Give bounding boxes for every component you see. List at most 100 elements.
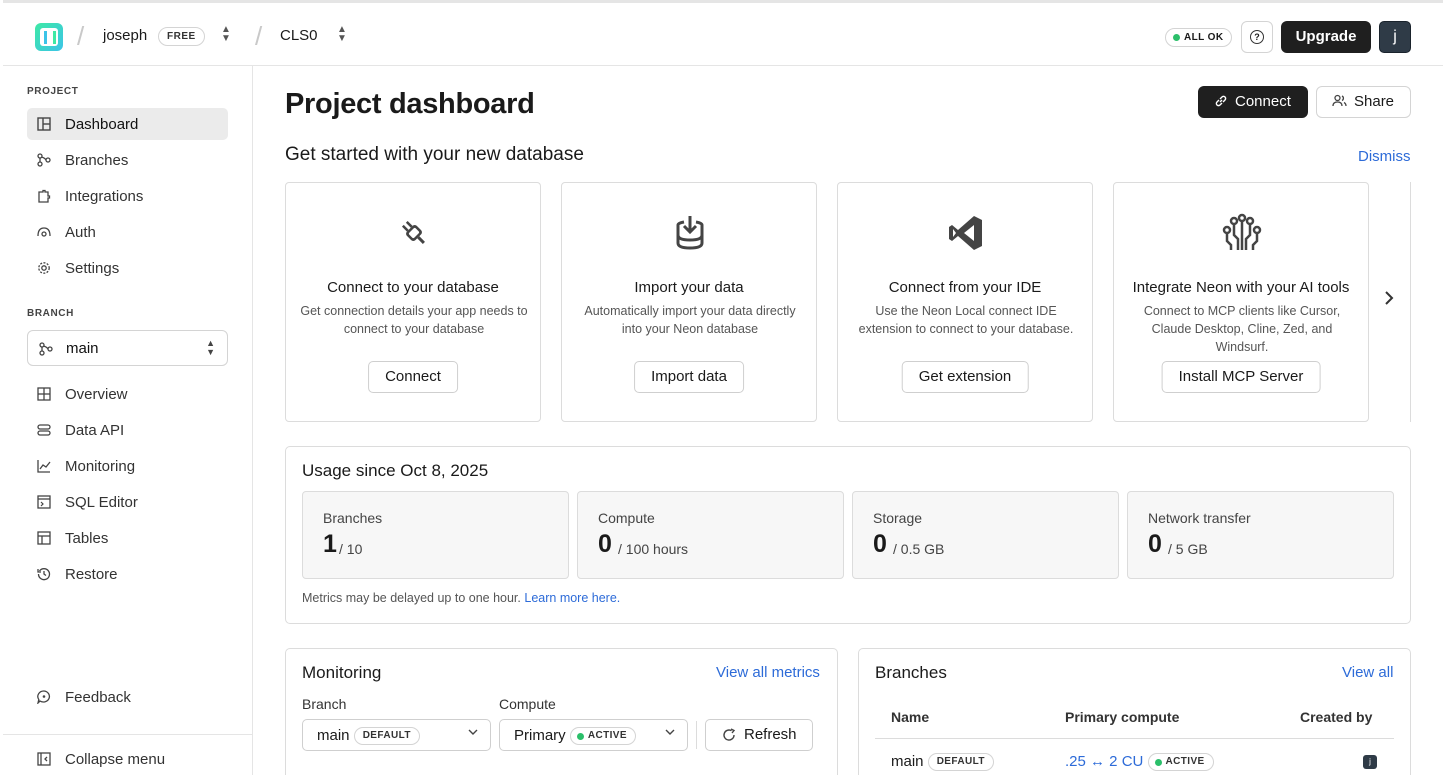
- card-title: Connect from your IDE: [888, 279, 1042, 296]
- neon-logo[interactable]: [35, 23, 63, 51]
- feedback-icon: [36, 690, 51, 706]
- sidebar-item-restore[interactable]: Restore: [27, 558, 228, 590]
- plug-icon: [394, 213, 434, 253]
- card-description: Automatically import your data directly …: [584, 304, 796, 336]
- sidebar-item-label: Overview: [65, 386, 128, 403]
- import-data-card: Import your data Automatically import yo…: [561, 182, 817, 422]
- table-row-compute[interactable]: .25 ↔ 2 CU ACTIVE: [1065, 753, 1214, 772]
- stat-label: Compute: [598, 510, 655, 526]
- learn-more-link[interactable]: Learn more here.: [524, 591, 620, 605]
- created-by-avatar: j: [1363, 755, 1377, 769]
- sidebar-item-label: Settings: [65, 260, 120, 277]
- stat-limit: / 0.5 GB: [893, 541, 945, 557]
- sidebar-item-tables[interactable]: Tables: [27, 522, 228, 554]
- get-started-title: Get started with your new database: [285, 144, 584, 165]
- usage-note: Metrics may be delayed up to one hour. L…: [302, 591, 620, 605]
- feedback-button[interactable]: Feedback: [27, 681, 228, 713]
- branches-icon: [39, 342, 53, 359]
- connect-database-card: Connect to your database Get connection …: [285, 182, 541, 422]
- collapse-menu-label: Collapse menu: [65, 751, 166, 768]
- user-avatar[interactable]: j: [1379, 21, 1411, 53]
- grid-icon: [37, 387, 51, 401]
- sidebar-item-label: Integrations: [65, 188, 144, 205]
- auth-icon: [37, 225, 51, 239]
- plan-badge: FREE: [158, 27, 205, 46]
- org-switcher-chevron-icon[interactable]: ▲ ▼: [219, 25, 233, 47]
- collapse-menu-button[interactable]: Collapse menu: [27, 743, 228, 775]
- select-value: Primary ACTIVE: [514, 727, 636, 746]
- usage-stat-branches: Branches 1 / 10: [302, 491, 569, 579]
- stat-limit: / 10: [339, 541, 363, 557]
- chevron-down-icon: [468, 727, 478, 739]
- project-switcher-chevron-icon[interactable]: ▲ ▼: [335, 25, 349, 47]
- sidebar-item-data-api[interactable]: Data API: [27, 414, 228, 446]
- stat-value: 0: [873, 530, 887, 558]
- branches-title: Branches: [875, 663, 947, 682]
- refresh-icon: [722, 720, 736, 750]
- sidebar-item-label: SQL Editor: [65, 494, 138, 511]
- get-extension-button[interactable]: Get extension: [901, 361, 1029, 393]
- branches-icon: [37, 153, 51, 167]
- card-description: Use the Neon Local connect IDE extension…: [858, 304, 1074, 336]
- project-section-heading: PROJECT: [27, 86, 79, 97]
- share-button[interactable]: Share: [1316, 86, 1411, 118]
- column-header-name: Name: [891, 709, 930, 725]
- sidebar-item-label: Restore: [65, 566, 118, 583]
- monitoring-panel: Monitoring View all metrics Branch Compu…: [285, 648, 838, 775]
- import-data-button[interactable]: Import data: [634, 361, 744, 393]
- default-badge: DEFAULT: [353, 727, 420, 746]
- carousel-next-chevron-icon[interactable]: [1384, 291, 1394, 310]
- stat-limit: / 5 GB: [1168, 541, 1208, 557]
- default-badge: DEFAULT: [927, 753, 994, 772]
- project-name[interactable]: CLS0: [280, 27, 318, 44]
- system-status-badge[interactable]: ALL OK: [1165, 28, 1233, 47]
- sidebar-item-label: Tables: [65, 530, 109, 547]
- card-description: Connect to MCP clients like Cursor, Clau…: [1143, 304, 1341, 354]
- monitoring-compute-select[interactable]: Primary ACTIVE: [499, 719, 688, 751]
- card-connect-button[interactable]: Connect: [368, 361, 458, 393]
- sidebar-item-settings[interactable]: Settings: [27, 252, 228, 284]
- refresh-label: Refresh: [744, 726, 797, 743]
- card-title: Connect to your database: [327, 279, 499, 296]
- vscode-icon: [946, 213, 986, 253]
- stat-value: 0: [1148, 530, 1162, 558]
- upgrade-button[interactable]: Upgrade: [1281, 21, 1371, 53]
- branch-field-label: Branch: [302, 696, 347, 712]
- table-row-name[interactable]: main DEFAULT: [891, 753, 994, 772]
- dismiss-link[interactable]: Dismiss: [1358, 148, 1411, 165]
- next-card-edge: [1410, 182, 1411, 422]
- help-button[interactable]: ?: [1241, 21, 1273, 53]
- stat-label: Network transfer: [1148, 510, 1251, 526]
- feedback-label: Feedback: [65, 689, 131, 706]
- view-all-branches-link[interactable]: View all: [1342, 664, 1393, 681]
- install-mcp-server-button[interactable]: Install MCP Server: [1161, 361, 1321, 393]
- sidebar-item-sql-editor[interactable]: SQL Editor: [27, 486, 228, 518]
- sidebar-item-integrations[interactable]: Integrations: [27, 180, 228, 212]
- usage-stat-compute: Compute 0 / 100 hours: [577, 491, 844, 579]
- monitoring-branch-select[interactable]: main DEFAULT: [302, 719, 491, 751]
- collapse-sidebar-icon: [37, 752, 51, 766]
- main-content: Project dashboard Connect Share Get star…: [254, 66, 1443, 775]
- table-icon: [37, 531, 51, 545]
- branch-section-heading: BRANCH: [27, 308, 74, 319]
- active-badge: ACTIVE: [1147, 753, 1214, 772]
- sidebar-item-monitoring[interactable]: Monitoring: [27, 450, 228, 482]
- sidebar-item-branches[interactable]: Branches: [27, 144, 228, 176]
- view-all-metrics-link[interactable]: View all metrics: [716, 664, 820, 681]
- breadcrumb-separator: /: [77, 21, 85, 51]
- refresh-button[interactable]: Refresh: [705, 719, 813, 751]
- puzzle-icon: [37, 189, 51, 203]
- branch-select[interactable]: main ▲ ▼: [27, 330, 228, 366]
- sidebar-item-overview[interactable]: Overview: [27, 378, 228, 410]
- sidebar-item-dashboard[interactable]: Dashboard: [27, 108, 228, 140]
- connect-ide-card: Connect from your IDE Use the Neon Local…: [837, 182, 1093, 422]
- sidebar: PROJECT Dashboard Branches Integrations …: [3, 66, 253, 775]
- column-header-primary-compute: Primary compute: [1065, 709, 1180, 725]
- card-description: Get connection details your app needs to…: [300, 304, 528, 336]
- usage-title: Usage since Oct 8, 2025: [302, 461, 489, 480]
- sidebar-item-auth[interactable]: Auth: [27, 216, 228, 248]
- monitoring-title: Monitoring: [302, 663, 382, 682]
- connect-button[interactable]: Connect: [1198, 86, 1308, 118]
- import-database-icon: [670, 213, 710, 253]
- org-name[interactable]: joseph: [103, 27, 147, 44]
